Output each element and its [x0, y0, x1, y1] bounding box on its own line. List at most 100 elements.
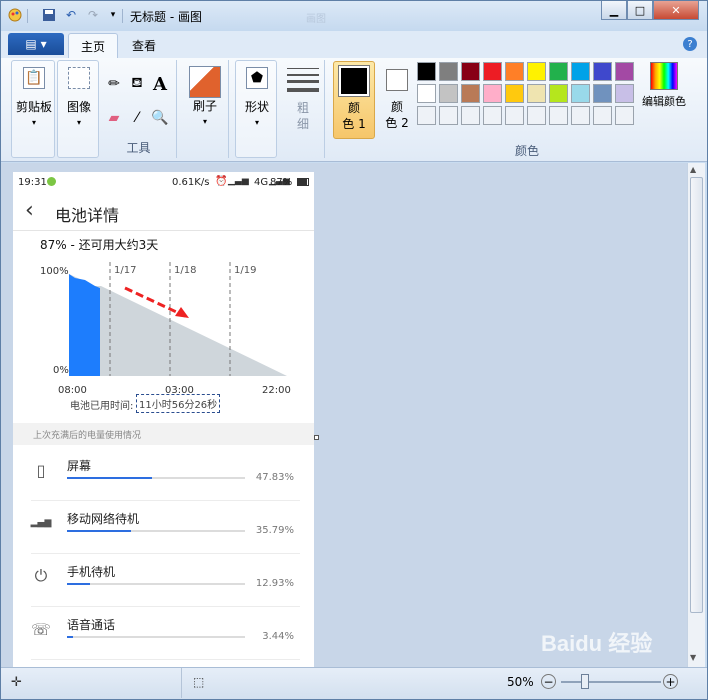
eraser-icon[interactable]: ▰ — [104, 108, 124, 128]
usage-percent: 47.83% — [255, 472, 294, 483]
custom-color-slot[interactable] — [527, 106, 546, 125]
usage-row[interactable]: ▂▄▆ 移动网络待机 35.79% — [13, 501, 314, 554]
status-speed: 0.61K/s — [172, 177, 210, 188]
size-button[interactable]: 粗 细 — [283, 66, 323, 132]
x-label-1: 08:00 — [58, 385, 87, 396]
tab-view[interactable]: 查看 — [120, 33, 168, 58]
custom-color-slot[interactable] — [593, 106, 612, 125]
fill-icon[interactable]: ⛾ — [127, 74, 147, 94]
palette-swatch[interactable] — [527, 84, 546, 103]
undo-icon[interactable]: ↶ — [63, 7, 79, 23]
palette-swatch[interactable] — [549, 62, 568, 81]
brushes-group: 刷子 ▾ — [181, 60, 229, 158]
usage-bar-fill — [67, 477, 153, 479]
palette-swatch[interactable] — [439, 84, 458, 103]
back-icon[interactable]: ‹ — [25, 198, 34, 223]
custom-color-slot[interactable] — [571, 106, 590, 125]
alarm-icon: ⏰ — [215, 176, 228, 187]
palette-swatch[interactable] — [461, 62, 480, 81]
palette-swatch[interactable] — [549, 84, 568, 103]
edit-colors-button[interactable]: 编辑颜色 — [639, 62, 689, 110]
zoom-slider-thumb[interactable] — [581, 674, 589, 689]
scroll-up-icon[interactable]: ▲ — [690, 165, 696, 174]
custom-color-slot[interactable] — [505, 106, 524, 125]
palette-swatch[interactable] — [571, 62, 590, 81]
shapes-button[interactable]: ⬟ 形状 ▾ — [237, 67, 277, 131]
projected-area — [69, 274, 287, 376]
custom-color-slot[interactable] — [417, 106, 436, 125]
close-button[interactable]: ✕ — [653, 1, 699, 20]
minimize-button[interactable]: ▁ — [601, 1, 627, 20]
color1-button[interactable]: 颜 色 1 — [333, 61, 375, 139]
color-palette — [417, 62, 637, 130]
usage-row[interactable]: ☏ 语音通话 3.44% — [13, 607, 314, 660]
pencil-icon[interactable]: ✏ — [104, 74, 124, 94]
usage-row[interactable]: ▯ 屏幕 47.83% — [13, 448, 314, 501]
color1-label-2: 色 1 — [342, 117, 366, 131]
usage-bar-fill — [67, 583, 90, 585]
image-group: 图像 ▾ — [57, 60, 99, 158]
customize-toolbar-icon[interactable]: ▾ — [105, 7, 121, 23]
custom-color-slot[interactable] — [461, 106, 480, 125]
vertical-scrollbar[interactable]: ▲ ▼ — [687, 163, 705, 667]
brushes-button[interactable]: 刷子 ▾ — [185, 66, 225, 130]
palette-swatch[interactable] — [461, 84, 480, 103]
text-icon[interactable]: A — [150, 74, 170, 95]
usage-row[interactable]: ⏻ 手机待机 12.93% — [13, 554, 314, 607]
usage-label: 移动网络待机 — [67, 512, 140, 526]
custom-color-slot[interactable] — [483, 106, 502, 125]
cursor-position-icon: ✛ — [11, 675, 22, 690]
palette-swatch[interactable] — [439, 62, 458, 81]
usage-label: 屏幕 — [67, 459, 92, 473]
palette-swatch[interactable] — [571, 84, 590, 103]
paint-app-icon[interactable] — [7, 7, 23, 23]
signal-icon: ▂▄▆ — [30, 518, 52, 528]
save-icon[interactable] — [41, 7, 57, 23]
color2-button[interactable]: 颜 色 2 — [377, 61, 417, 139]
image-label: 图像 — [66, 100, 91, 114]
y-label-bottom: 0% — [53, 365, 69, 376]
select-icon — [68, 67, 90, 89]
status-bar: ✛ ⬚ 50% − + Baidu 经验 — [1, 631, 707, 699]
usage-percent: 12.93% — [255, 578, 294, 589]
color2-label-2: 色 2 — [385, 116, 409, 130]
title-bar: ↶ ↷ ▾ 无标题 - 画图 画图 ▁ □ ✕ — [1, 1, 707, 31]
image-button[interactable]: 图像 ▾ — [59, 67, 99, 131]
tab-home[interactable]: 主页 — [68, 33, 119, 58]
zoom-out-button[interactable]: − — [541, 674, 556, 689]
palette-swatch[interactable] — [483, 84, 502, 103]
size-label-2: 细 — [296, 117, 309, 131]
custom-color-slot[interactable] — [615, 106, 634, 125]
palette-swatch[interactable] — [615, 62, 634, 81]
brushes-label: 刷子 — [192, 99, 217, 113]
palette-swatch[interactable] — [417, 62, 436, 81]
resize-handle-right[interactable] — [314, 435, 319, 440]
color1-label-1: 颜 — [347, 101, 360, 115]
palette-swatch[interactable] — [483, 62, 502, 81]
section-title: 上次充满后的电量使用情况 — [33, 431, 142, 441]
canvas-image[interactable]: 19:31 0.61K/s ⏰ ▁▃▅ 4G ▁▃▅ 87% ‹ 电池详情 87… — [13, 172, 314, 667]
palette-swatch[interactable] — [527, 62, 546, 81]
palette-swatch[interactable] — [593, 84, 612, 103]
shapes-dropdown-icon: ▾ — [254, 118, 259, 127]
custom-color-slot[interactable] — [549, 106, 568, 125]
magnifier-icon[interactable]: 🔍 — [150, 108, 170, 128]
scroll-thumb[interactable] — [690, 177, 703, 613]
help-icon[interactable]: ? — [683, 37, 697, 51]
status-time: 19:31 — [18, 177, 47, 188]
zoom-level: 50% — [507, 675, 534, 689]
custom-color-slot[interactable] — [439, 106, 458, 125]
palette-swatch[interactable] — [593, 62, 612, 81]
palette-swatch[interactable] — [615, 84, 634, 103]
redo-icon[interactable]: ↷ — [85, 7, 101, 23]
clipboard-button[interactable]: 📋 剪贴板 ▾ — [14, 67, 54, 131]
zoom-slider[interactable] — [561, 681, 661, 683]
maximize-button[interactable]: □ — [627, 1, 653, 20]
color-picker-icon[interactable]: ⁄ — [127, 108, 147, 128]
palette-swatch[interactable] — [505, 62, 524, 81]
file-menu-button[interactable]: ▤ ▾ — [8, 33, 64, 55]
palette-swatch[interactable] — [417, 84, 436, 103]
scroll-down-icon[interactable]: ▼ — [690, 653, 696, 662]
zoom-in-button[interactable]: + — [663, 674, 678, 689]
palette-swatch[interactable] — [505, 84, 524, 103]
